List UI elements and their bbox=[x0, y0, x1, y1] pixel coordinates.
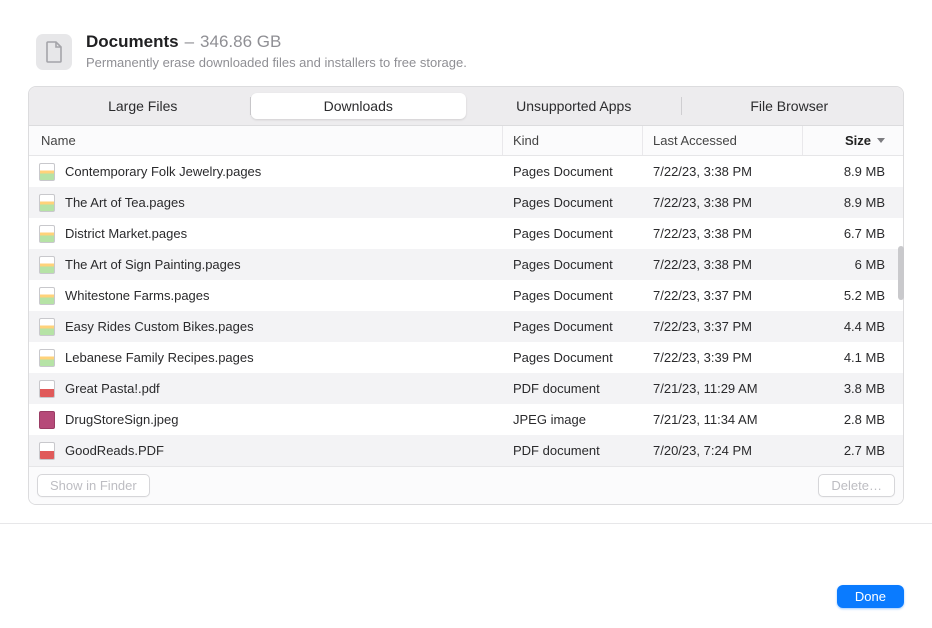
cell-accessed: 7/22/23, 3:38 PM bbox=[643, 189, 803, 217]
cell-kind: PDF document bbox=[503, 375, 643, 403]
cell-name: GoodReads.PDF bbox=[29, 435, 503, 466]
cell-size: 6 MB bbox=[803, 251, 903, 279]
file-panel: Large Files Downloads Unsupported Apps F… bbox=[28, 86, 904, 505]
file-name: DrugStoreSign.jpeg bbox=[65, 412, 178, 427]
file-icon bbox=[39, 225, 55, 243]
file-name: Lebanese Family Recipes.pages bbox=[65, 350, 254, 365]
delete-button[interactable]: Delete… bbox=[818, 474, 895, 497]
cell-size: 4.4 MB bbox=[803, 313, 903, 341]
cell-name: Lebanese Family Recipes.pages bbox=[29, 342, 503, 373]
cell-accessed: 7/20/23, 7:24 PM bbox=[643, 437, 803, 465]
file-icon bbox=[39, 163, 55, 181]
file-name: Whitestone Farms.pages bbox=[65, 288, 210, 303]
cell-size: 8.9 MB bbox=[803, 189, 903, 217]
column-last-accessed[interactable]: Last Accessed bbox=[643, 126, 803, 155]
file-name: The Art of Sign Painting.pages bbox=[65, 257, 241, 272]
cell-name: Whitestone Farms.pages bbox=[29, 280, 503, 311]
cell-name: The Art of Tea.pages bbox=[29, 187, 503, 218]
file-name: GoodReads.PDF bbox=[65, 443, 164, 458]
table-row[interactable]: The Art of Tea.pages Pages Document7/22/2… bbox=[29, 187, 903, 218]
cell-size: 2.8 MB bbox=[803, 406, 903, 434]
tab-large-files[interactable]: Large Files bbox=[35, 93, 251, 119]
cell-accessed: 7/21/23, 11:29 AM bbox=[643, 375, 803, 403]
file-name: The Art of Tea.pages bbox=[65, 195, 185, 210]
file-icon bbox=[39, 287, 55, 305]
table-row[interactable]: DrugStoreSign.jpeg JPEG image7/21/23, 11:… bbox=[29, 404, 903, 435]
header-text: Documents – 346.86 GB Permanently erase … bbox=[86, 32, 467, 70]
cell-kind: JPEG image bbox=[503, 406, 643, 434]
cell-kind: PDF document bbox=[503, 437, 643, 465]
file-list: Contemporary Folk Jewelry.pages Pages Doc… bbox=[29, 156, 903, 466]
column-headers: Name Kind Last Accessed Size bbox=[29, 126, 903, 156]
panel-footer: Show in Finder Delete… bbox=[29, 466, 903, 504]
cell-accessed: 7/22/23, 3:38 PM bbox=[643, 158, 803, 186]
file-icon bbox=[39, 194, 55, 212]
cell-kind: Pages Document bbox=[503, 282, 643, 310]
show-in-finder-button[interactable]: Show in Finder bbox=[37, 474, 150, 497]
done-button[interactable]: Done bbox=[837, 585, 904, 608]
divider bbox=[0, 523, 932, 524]
storage-size: 346.86 GB bbox=[200, 32, 281, 52]
table-row[interactable]: Whitestone Farms.pages Pages Document7/22… bbox=[29, 280, 903, 311]
cell-kind: Pages Document bbox=[503, 189, 643, 217]
table-row[interactable]: Easy Rides Custom Bikes.pages Pages Docum… bbox=[29, 311, 903, 342]
cell-accessed: 7/22/23, 3:39 PM bbox=[643, 344, 803, 372]
table-row[interactable]: GoodReads.PDF PDF document7/20/23, 7:24 P… bbox=[29, 435, 903, 466]
header: Documents – 346.86 GB Permanently erase … bbox=[0, 0, 932, 86]
table-row[interactable]: Great Pasta!.pdf PDF document7/21/23, 11:… bbox=[29, 373, 903, 404]
cell-size: 6.7 MB bbox=[803, 220, 903, 248]
cell-accessed: 7/22/23, 3:38 PM bbox=[643, 251, 803, 279]
file-icon bbox=[39, 411, 55, 429]
table-row[interactable]: District Market.pages Pages Document7/22/… bbox=[29, 218, 903, 249]
file-name: Great Pasta!.pdf bbox=[65, 381, 160, 396]
cell-name: DrugStoreSign.jpeg bbox=[29, 404, 503, 435]
cell-accessed: 7/22/23, 3:38 PM bbox=[643, 220, 803, 248]
file-name: Easy Rides Custom Bikes.pages bbox=[65, 319, 254, 334]
file-icon bbox=[39, 256, 55, 274]
file-icon bbox=[39, 318, 55, 336]
column-size[interactable]: Size bbox=[803, 126, 903, 155]
table-row[interactable]: Contemporary Folk Jewelry.pages Pages Doc… bbox=[29, 156, 903, 187]
cell-name: Easy Rides Custom Bikes.pages bbox=[29, 311, 503, 342]
file-icon bbox=[39, 349, 55, 367]
column-name[interactable]: Name bbox=[29, 126, 503, 155]
chevron-down-icon bbox=[877, 138, 885, 143]
title-dash: – bbox=[185, 32, 194, 52]
cell-size: 2.7 MB bbox=[803, 437, 903, 465]
scrollbar[interactable] bbox=[898, 246, 904, 300]
cell-size: 4.1 MB bbox=[803, 344, 903, 372]
category-tabs: Large Files Downloads Unsupported Apps F… bbox=[29, 87, 903, 126]
cell-accessed: 7/22/23, 3:37 PM bbox=[643, 313, 803, 341]
cell-accessed: 7/22/23, 3:37 PM bbox=[643, 282, 803, 310]
cell-kind: Pages Document bbox=[503, 158, 643, 186]
table-row[interactable]: Lebanese Family Recipes.pages Pages Docum… bbox=[29, 342, 903, 373]
document-icon bbox=[36, 34, 72, 70]
cell-kind: Pages Document bbox=[503, 251, 643, 279]
cell-kind: Pages Document bbox=[503, 220, 643, 248]
cell-name: Great Pasta!.pdf bbox=[29, 373, 503, 404]
tab-unsupported-apps[interactable]: Unsupported Apps bbox=[466, 93, 682, 119]
cell-size: 8.9 MB bbox=[803, 158, 903, 186]
page-title: Documents bbox=[86, 32, 179, 52]
cell-name: District Market.pages bbox=[29, 218, 503, 249]
column-kind[interactable]: Kind bbox=[503, 126, 643, 155]
cell-size: 3.8 MB bbox=[803, 375, 903, 403]
cell-name: The Art of Sign Painting.pages bbox=[29, 249, 503, 280]
file-icon bbox=[39, 380, 55, 398]
cell-size: 5.2 MB bbox=[803, 282, 903, 310]
storage-documents-window: Documents – 346.86 GB Permanently erase … bbox=[0, 0, 932, 628]
file-name: Contemporary Folk Jewelry.pages bbox=[65, 164, 261, 179]
cell-accessed: 7/21/23, 11:34 AM bbox=[643, 406, 803, 434]
file-name: District Market.pages bbox=[65, 226, 187, 241]
file-icon bbox=[39, 442, 55, 460]
window-footer: Done bbox=[0, 571, 932, 628]
tab-file-browser[interactable]: File Browser bbox=[682, 93, 898, 119]
cell-kind: Pages Document bbox=[503, 344, 643, 372]
page-subtitle: Permanently erase downloaded files and i… bbox=[86, 55, 467, 70]
tab-downloads[interactable]: Downloads bbox=[251, 93, 467, 119]
cell-name: Contemporary Folk Jewelry.pages bbox=[29, 156, 503, 187]
cell-kind: Pages Document bbox=[503, 313, 643, 341]
table-row[interactable]: The Art of Sign Painting.pages Pages Docu… bbox=[29, 249, 903, 280]
